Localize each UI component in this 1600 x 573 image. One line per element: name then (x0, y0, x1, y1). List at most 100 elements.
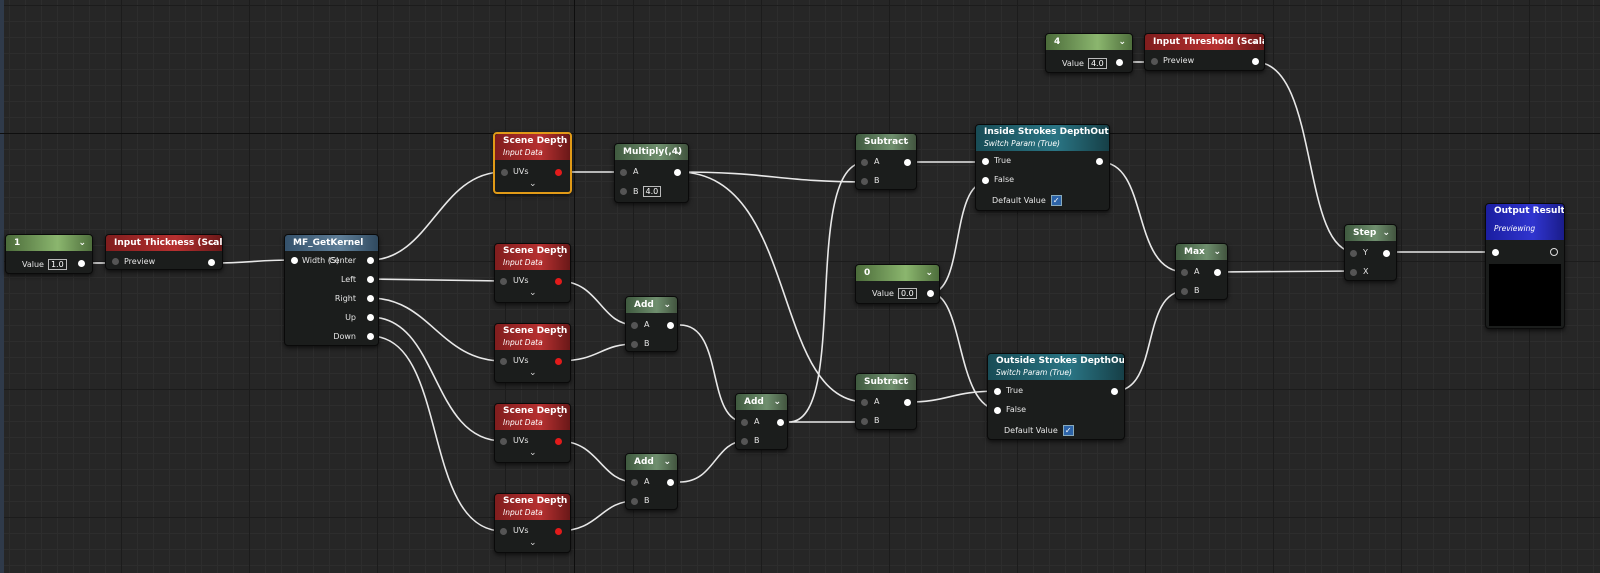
output-pin-right[interactable] (367, 295, 374, 302)
input-pin-b[interactable] (631, 341, 638, 348)
inside-strokes-switch-node[interactable]: Inside Strokes DepthOutline Switch Param … (975, 124, 1110, 211)
output-pin[interactable] (208, 259, 215, 266)
input-pin[interactable] (500, 358, 507, 365)
input-pin[interactable] (501, 169, 508, 176)
input-pin[interactable] (500, 438, 507, 445)
chevron-down-icon[interactable]: ⌄ (556, 329, 564, 342)
output-pin-down[interactable] (367, 333, 374, 340)
output-pin[interactable] (555, 438, 562, 445)
input-pin[interactable] (1492, 249, 1499, 256)
output-pin[interactable] (78, 260, 85, 267)
graph-canvas[interactable]: 1⌄ Value1.0 Input Thickness (Scalar)⌄ Pr… (0, 0, 1600, 573)
input-pin-a[interactable] (631, 322, 638, 329)
input-pin-true[interactable] (994, 388, 1001, 395)
multiply-node[interactable]: Multiply(,4) ⌄ A B 4.0 (614, 143, 689, 203)
value-input[interactable]: 1.0 (47, 259, 67, 270)
subtract-node-1[interactable]: Subtract ⌄ A B (855, 133, 917, 190)
max-node[interactable]: Max ⌄ A B (1175, 243, 1228, 300)
output-pin[interactable] (555, 528, 562, 535)
add-node-1[interactable]: Add ⌄ A B (625, 296, 678, 352)
chevron-down-icon[interactable]: ⌄ (902, 374, 910, 390)
scene-depth-node-5[interactable]: Scene Depth Input Data ⌄ UVs ⌄ (494, 493, 571, 553)
value-input[interactable]: 4.0 (1087, 58, 1107, 69)
output-pin[interactable] (555, 169, 562, 176)
chevron-down-icon[interactable]: ⌄ (674, 144, 682, 160)
chevron-down-icon[interactable]: ⌄ (1118, 34, 1126, 50)
input-pin-b[interactable] (631, 498, 638, 505)
constant-node-0[interactable]: 0 ⌄ Value 0.0 (855, 264, 940, 304)
output-pin-center[interactable] (367, 257, 374, 264)
get-kernel-node[interactable]: MF_GetKernel Width (S) Center Left Right… (284, 234, 379, 346)
input-pin-false[interactable] (994, 407, 1001, 414)
input-threshold-node[interactable]: Input Threshold (Scalar)⌄ Preview (1144, 33, 1265, 71)
output-pin[interactable] (1550, 248, 1558, 256)
subtract-node-2[interactable]: Subtract ⌄ A B (855, 373, 917, 430)
input-pin-a[interactable] (620, 169, 627, 176)
input-pin-a[interactable] (861, 159, 868, 166)
input-pin-b[interactable] (1181, 288, 1188, 295)
output-pin[interactable] (667, 479, 674, 486)
b-value-input[interactable]: 4.0 (642, 186, 662, 197)
output-pin[interactable] (1116, 59, 1123, 66)
expand-icon[interactable]: ⌄ (529, 538, 537, 548)
input-pin-b[interactable] (861, 178, 868, 185)
add-node-2[interactable]: Add ⌄ A B (625, 453, 678, 510)
input-pin-a[interactable] (741, 419, 748, 426)
output-pin[interactable] (1214, 269, 1221, 276)
value-input[interactable]: 0.0 (897, 288, 917, 299)
expand-icon[interactable]: ⌄ (529, 448, 537, 458)
chevron-down-icon[interactable]: ⌄ (1213, 244, 1221, 260)
outside-strokes-switch-node[interactable]: Outside Strokes DepthOutline Switch Param… (987, 353, 1125, 440)
output-pin[interactable] (1096, 158, 1103, 165)
chevron-down-icon[interactable]: ⌄ (902, 134, 910, 150)
output-pin[interactable] (777, 419, 784, 426)
input-pin-b[interactable] (861, 418, 868, 425)
chevron-down-icon[interactable]: ⌄ (78, 235, 86, 251)
output-pin[interactable] (1111, 388, 1118, 395)
chevron-down-icon[interactable]: ⌄ (556, 139, 564, 152)
scene-depth-node-1[interactable]: Scene Depth Input Data ⌄ UVs ⌄ (493, 132, 572, 194)
chevron-down-icon[interactable]: ⌄ (925, 265, 933, 281)
scene-depth-node-4[interactable]: Scene Depth Input Data ⌄ UVs ⌄ (494, 403, 571, 463)
input-pin[interactable] (1151, 58, 1158, 65)
output-pin[interactable] (904, 399, 911, 406)
expand-icon[interactable]: ⌄ (529, 288, 537, 298)
output-result-node[interactable]: Output Result Previewing (1485, 203, 1565, 329)
input-pin-b[interactable] (741, 438, 748, 445)
input-pin[interactable] (500, 278, 507, 285)
output-pin[interactable] (555, 358, 562, 365)
constant-node-1[interactable]: 1 ⌄ Value 1.0 (5, 234, 93, 274)
input-pin-a[interactable] (1181, 269, 1188, 276)
input-pin[interactable] (112, 258, 119, 265)
chevron-down-icon[interactable]: ⌄ (663, 297, 671, 313)
output-pin[interactable] (555, 278, 562, 285)
input-pin-x[interactable] (1350, 269, 1357, 276)
output-pin[interactable] (1252, 58, 1259, 65)
chevron-down-icon[interactable]: ⌄ (1382, 225, 1390, 241)
chevron-down-icon[interactable]: ⌄ (556, 499, 564, 512)
input-pin-true[interactable] (982, 158, 989, 165)
output-pin[interactable] (904, 159, 911, 166)
input-pin-b[interactable] (620, 188, 627, 195)
output-pin-up[interactable] (367, 314, 374, 321)
default-value-checkbox[interactable]: ✓ (1062, 425, 1074, 436)
input-pin[interactable] (291, 257, 298, 264)
add-node-3[interactable]: Add ⌄ A B (735, 393, 788, 450)
default-value-checkbox[interactable]: ✓ (1050, 195, 1062, 206)
output-pin[interactable] (667, 322, 674, 329)
expand-icon[interactable]: ⌄ (529, 179, 537, 189)
output-pin[interactable] (1383, 250, 1390, 257)
step-node[interactable]: Step ⌄ Y X (1344, 224, 1397, 281)
scene-depth-node-2[interactable]: Scene Depth Input Data ⌄ UVs ⌄ (494, 243, 571, 303)
input-pin-a[interactable] (861, 399, 868, 406)
output-pin[interactable] (674, 169, 681, 176)
input-thickness-node[interactable]: Input Thickness (Scalar)⌄ Preview (105, 234, 223, 270)
input-pin[interactable] (500, 528, 507, 535)
scene-depth-node-3[interactable]: Scene Depth Input Data ⌄ UVs ⌄ (494, 323, 571, 383)
output-pin-left[interactable] (367, 276, 374, 283)
chevron-down-icon[interactable]: ⌄ (208, 235, 216, 251)
chevron-down-icon[interactable]: ⌄ (556, 409, 564, 422)
chevron-down-icon[interactable]: ⌄ (556, 249, 564, 262)
input-pin-y[interactable] (1350, 250, 1357, 257)
input-pin-a[interactable] (631, 479, 638, 486)
